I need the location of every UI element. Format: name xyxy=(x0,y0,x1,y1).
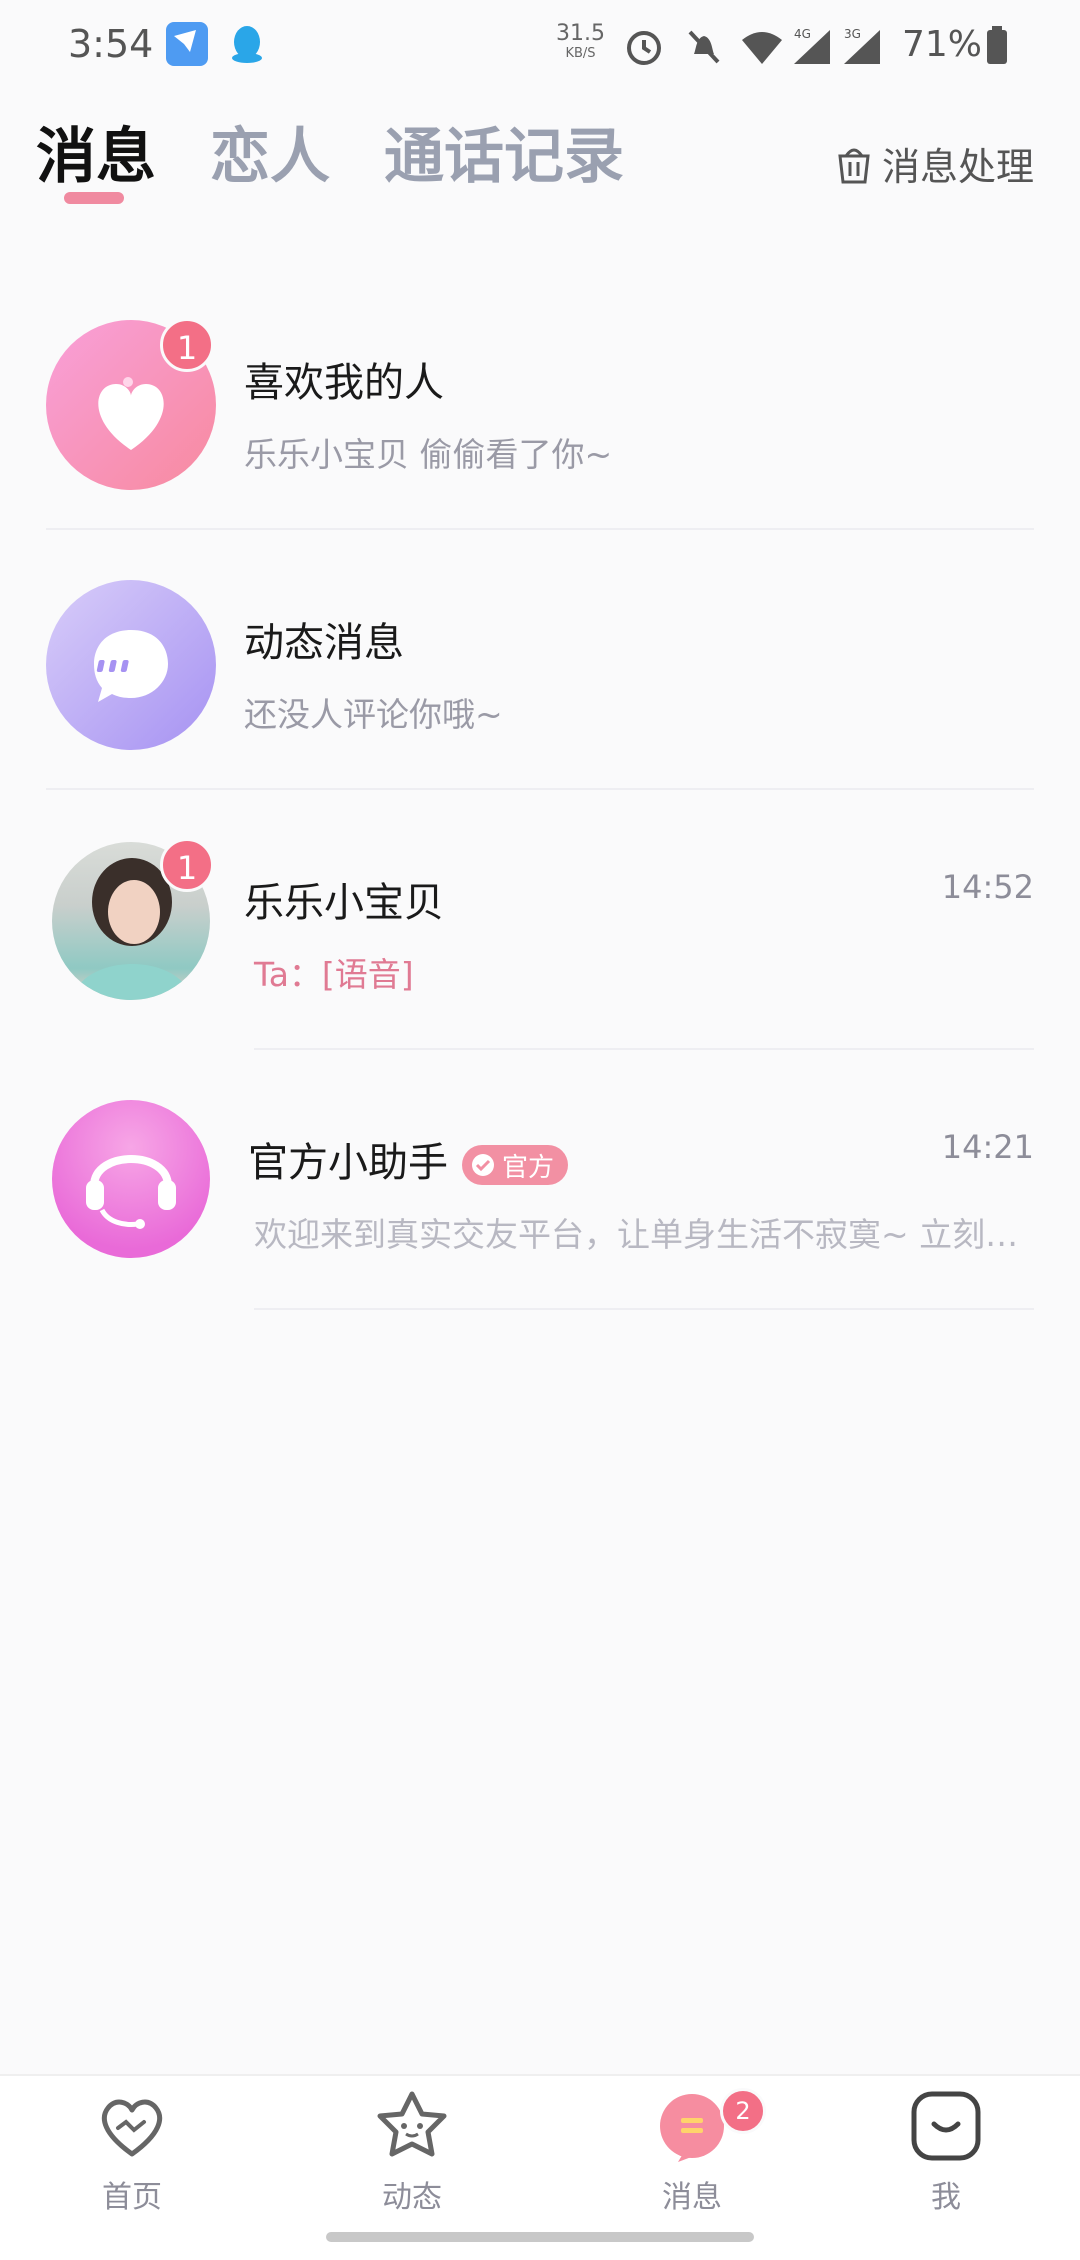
home-heart-icon xyxy=(101,2099,163,2157)
trash-basket-icon xyxy=(838,148,870,183)
list-item-chat[interactable]: 1 乐乐小宝贝 14:52 Ta：[语音] xyxy=(0,790,1080,1048)
official-avatar xyxy=(52,1100,210,1258)
star-face-icon xyxy=(377,2091,447,2157)
dynamics-avatar xyxy=(46,580,216,750)
official-tag: 官方 xyxy=(462,1145,569,1185)
status-time: 3:54 xyxy=(68,22,154,66)
qq-icon xyxy=(226,22,268,66)
message-manage-button[interactable]: 消息处理 xyxy=(834,136,1034,191)
list-item-official[interactable]: 官方小助手 官方 14:21 欢迎来到真实交友平台，让单身生活不寂寞~ 立刻… xyxy=(0,1050,1080,1308)
official-name: 官方小助手 xyxy=(248,1140,448,1186)
message-manage-label: 消息处理 xyxy=(881,145,1034,189)
wifi-icon xyxy=(742,32,782,64)
item-title: 乐乐小宝贝 xyxy=(244,880,444,926)
voice-label: [语音] xyxy=(321,955,414,994)
item-preview: 还没人评论你哦~ xyxy=(244,695,503,734)
headset-icon xyxy=(86,1155,176,1229)
alarm-icon xyxy=(627,31,661,65)
tab-call-records[interactable]: 通话记录 xyxy=(384,108,624,195)
nav-label: 我 xyxy=(931,2180,961,2215)
chat-bubble-icon xyxy=(94,630,168,702)
item-title: 喜欢我的人 xyxy=(244,360,444,406)
svg-text:4G: 4G xyxy=(794,27,811,41)
bottom-navigation: 首页 动态 2 消息 我 xyxy=(0,2074,1080,2260)
status-bar: 3:54 31.5 KB/S 4G 3G 71% xyxy=(0,0,1080,92)
nav-unread-badge: 2 xyxy=(720,2088,766,2134)
divider xyxy=(254,1308,1034,1310)
signal-4g-icon: 4G xyxy=(794,27,830,64)
item-title: 动态消息 xyxy=(244,620,404,666)
item-preview: 乐乐小宝贝 偷偷看了你~ xyxy=(244,435,613,474)
unread-badge: 1 xyxy=(160,318,214,372)
nav-me[interactable]: 我 xyxy=(846,2088,1046,2216)
verified-check-icon xyxy=(472,1154,494,1176)
nav-home[interactable]: 首页 xyxy=(32,2088,232,2216)
app-notification-icon xyxy=(166,22,208,66)
item-title: 官方小助手 官方 xyxy=(248,1130,569,1188)
item-time: 14:52 xyxy=(941,868,1034,906)
message-icon xyxy=(660,2094,724,2162)
active-tab-indicator xyxy=(64,192,124,204)
battery-icon xyxy=(987,26,1007,64)
unread-badge: 1 xyxy=(160,838,214,892)
svg-text:3G: 3G xyxy=(844,27,861,41)
preview-prefix: Ta： xyxy=(254,955,322,994)
network-speed: 31.5 KB/S xyxy=(556,21,605,62)
nav-label: 动态 xyxy=(382,2180,442,2215)
item-preview: 欢迎来到真实交友平台，让单身生活不寂寞~ 立刻… xyxy=(254,1215,1019,1254)
nav-label: 首页 xyxy=(102,2180,162,2215)
nav-messages[interactable]: 2 消息 xyxy=(592,2088,792,2216)
nav-dynamics[interactable]: 动态 xyxy=(312,2088,512,2216)
list-item-dynamics[interactable]: 动态消息 还没人评论你哦~ xyxy=(0,530,1080,788)
tab-lovers[interactable]: 恋人 xyxy=(210,108,330,195)
tab-messages[interactable]: 消息 xyxy=(36,108,156,195)
signal-3g-icon: 3G xyxy=(844,27,880,64)
item-preview: Ta：[语音] xyxy=(254,948,414,996)
mute-bell-icon xyxy=(688,30,720,64)
smile-face-icon xyxy=(911,2091,981,2161)
list-item-likes[interactable]: 1 喜欢我的人 乐乐小宝贝 偷偷看了你~ xyxy=(0,270,1080,528)
item-time: 14:21 xyxy=(941,1128,1034,1166)
gesture-home-bar[interactable] xyxy=(326,2232,754,2242)
battery-percent: 71% xyxy=(902,24,983,65)
nav-label: 消息 xyxy=(662,2180,722,2215)
